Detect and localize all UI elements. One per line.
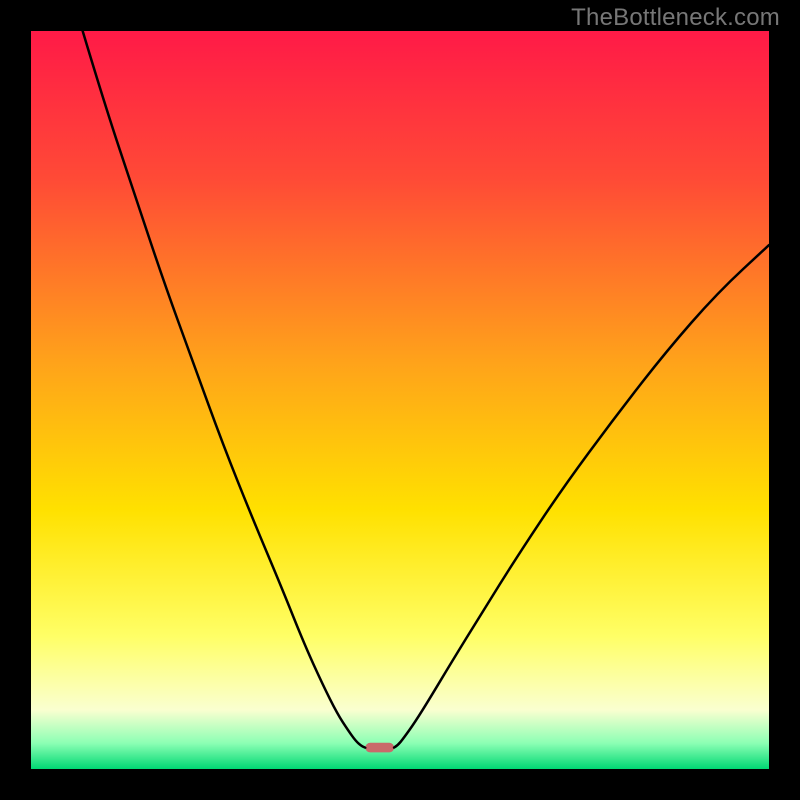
plot-area	[31, 31, 769, 769]
gradient-background	[31, 31, 769, 769]
bottom-marker	[365, 743, 394, 753]
attribution-label: TheBottleneck.com	[571, 4, 780, 32]
figure-root: TheBottleneck.com	[0, 0, 800, 800]
chart-svg	[31, 31, 769, 769]
